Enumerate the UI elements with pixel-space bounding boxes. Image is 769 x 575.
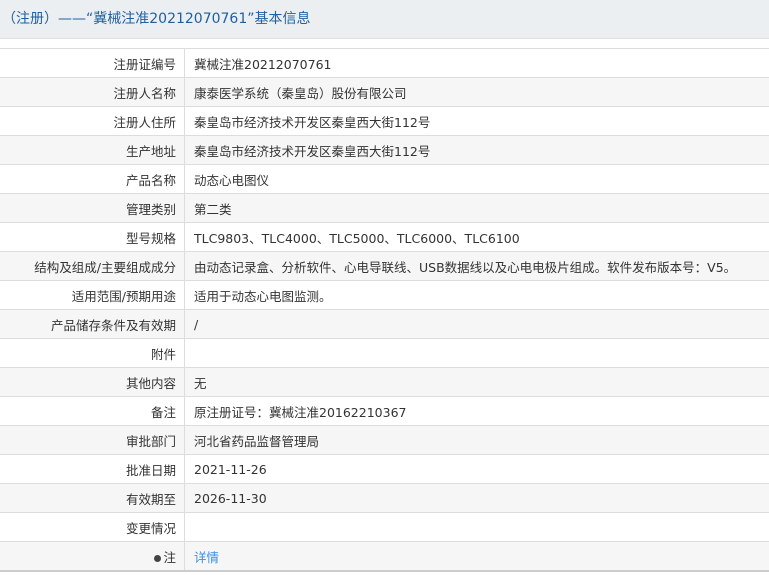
table-row: 批准日期 2021-11-26: [0, 454, 769, 484]
table-row: 变更情况: [0, 512, 769, 542]
table-row: 结构及组成/主要组成成分 由动态记录盒、分析软件、心电导联线、USB数据线以及心电…: [0, 251, 769, 281]
row-label: 产品名称: [0, 164, 185, 194]
row-label: 有效期至: [0, 483, 185, 513]
row-label: 生产地址: [0, 135, 185, 165]
row-value: 由动态记录盒、分析软件、心电导联线、USB数据线以及心电电极片组成。软件发布版本…: [184, 251, 769, 281]
row-label: 结构及组成/主要组成成分: [0, 251, 185, 281]
table-row: 注册证编号 冀械注准20212070761: [0, 48, 769, 78]
row-label: 备注: [0, 396, 185, 426]
row-value: 动态心电图仪: [184, 164, 769, 194]
row-label: 批准日期: [0, 454, 185, 484]
row-value: 无: [184, 367, 769, 397]
row-label: 注册人名称: [0, 77, 185, 107]
row-label: 产品储存条件及有效期: [0, 309, 185, 339]
row-value: /: [184, 309, 769, 339]
table-row: 附件: [0, 338, 769, 368]
row-value: [184, 512, 769, 542]
table-row: 注册人住所 秦皇岛市经济技术开发区秦皇西大街112号: [0, 106, 769, 136]
page-title: （注册）——“冀械注准20212070761”基本信息: [0, 0, 769, 39]
row-value: 2026-11-30: [184, 483, 769, 513]
row-label: 附件: [0, 338, 185, 368]
table-row: 有效期至 2026-11-30: [0, 483, 769, 513]
row-value: TLC9803、TLC4000、TLC5000、TLC6000、TLC6100: [184, 222, 769, 252]
table-row: 适用范围/预期用途 适用于动态心电图监测。: [0, 280, 769, 310]
row-value: [184, 338, 769, 368]
row-label: 注册人住所: [0, 106, 185, 136]
row-label: 变更情况: [0, 512, 185, 542]
table-row: 注册人名称 康泰医学系统（秦皇岛）股份有限公司: [0, 77, 769, 107]
row-value: 原注册证号：冀械注准20162210367: [184, 396, 769, 426]
row-label: 审批部门: [0, 425, 185, 455]
row-value: 冀械注准20212070761: [184, 48, 769, 78]
pin-icon: [154, 554, 162, 562]
row-label: 管理类别: [0, 193, 185, 223]
note-label: 注: [163, 549, 176, 565]
info-table: 注册证编号 冀械注准20212070761 注册人名称 康泰医学系统（秦皇岛）股份有限…: [0, 48, 769, 572]
row-label: 适用范围/预期用途: [0, 280, 185, 310]
table-row: 产品名称 动态心电图仪: [0, 164, 769, 194]
row-value: 适用于动态心电图监测。: [184, 280, 769, 310]
row-value: 河北省药品监督管理局: [184, 425, 769, 455]
table-row: 产品储存条件及有效期 /: [0, 309, 769, 339]
details-link[interactable]: 详情: [194, 550, 219, 565]
row-label: 其他内容: [0, 367, 185, 397]
row-label: 注册证编号: [0, 48, 185, 78]
table-row: 型号规格 TLC9803、TLC4000、TLC5000、TLC6000、TLC6…: [0, 222, 769, 252]
table-row: 审批部门 河北省药品监督管理局: [0, 425, 769, 455]
row-label: 注: [0, 541, 185, 572]
table-row: 生产地址 秦皇岛市经济技术开发区秦皇西大街112号: [0, 135, 769, 165]
table-row: 备注 原注册证号：冀械注准20162210367: [0, 396, 769, 426]
row-value: 秦皇岛市经济技术开发区秦皇西大街112号: [184, 135, 769, 165]
row-label: 型号规格: [0, 222, 185, 252]
row-value: 第二类: [184, 193, 769, 223]
table-row: 其他内容无: [0, 367, 769, 397]
table-row-note: 注 详情: [0, 541, 769, 572]
row-value: 2021-11-26: [184, 454, 769, 484]
row-value: 秦皇岛市经济技术开发区秦皇西大街112号: [184, 106, 769, 136]
table-row: 管理类别 第二类: [0, 193, 769, 223]
row-value: 康泰医学系统（秦皇岛）股份有限公司: [184, 77, 769, 107]
